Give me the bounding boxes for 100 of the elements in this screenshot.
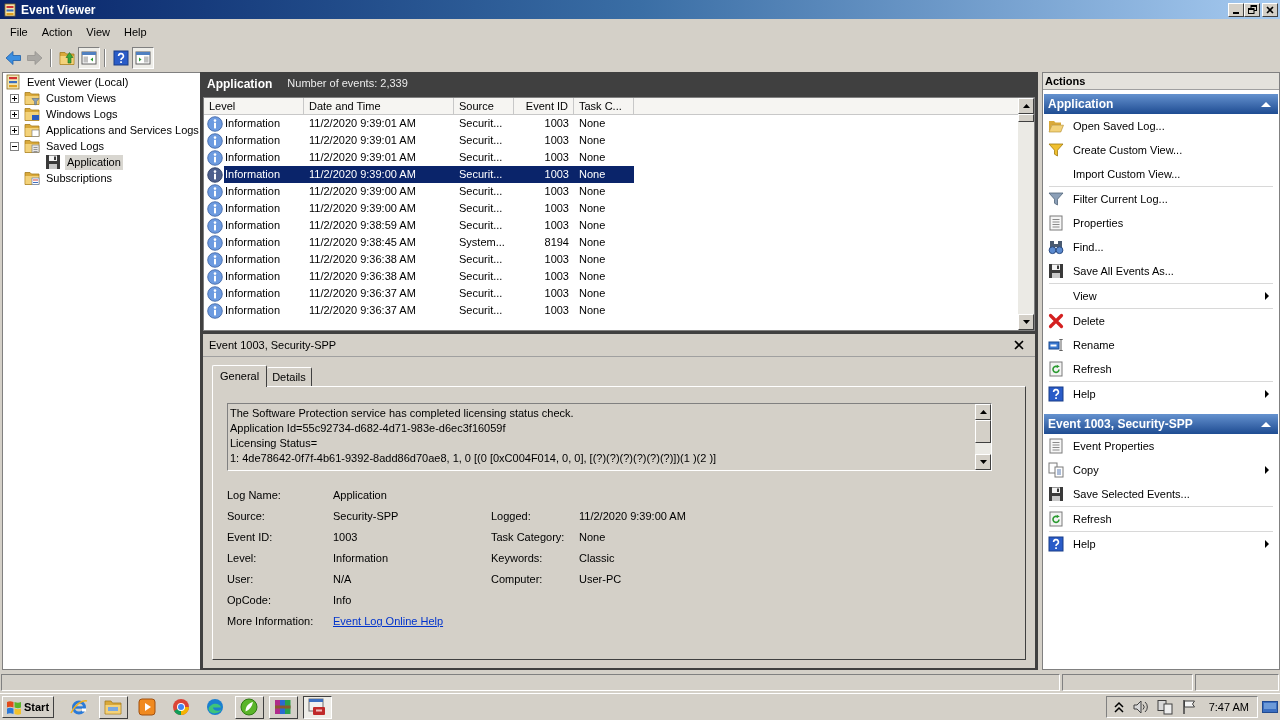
taskbar-button[interactable]	[302, 695, 332, 719]
tree-item[interactable]: Windows Logs	[44, 106, 120, 122]
close-button[interactable]	[1014, 340, 1024, 350]
field-label: OpCode:	[227, 593, 273, 609]
tree-item[interactable]: Subscriptions	[44, 170, 115, 186]
caret-up-icon[interactable]	[1261, 101, 1271, 107]
caret-up-icon[interactable]	[1261, 421, 1271, 427]
field-label: Logged:	[491, 509, 532, 525]
command-link[interactable]: Help	[1043, 532, 1279, 556]
command-link[interactable]: Properties	[1043, 211, 1279, 235]
table-cell-text: 11/2/2020 9:39:01 AM	[308, 116, 417, 132]
folder-icon	[24, 170, 40, 186]
command-link[interactable]: Delete	[1043, 309, 1279, 333]
column-header[interactable]: Level	[204, 98, 304, 114]
folder-icon	[104, 698, 122, 716]
table-cell-text: 11/2/2020 9:39:01 AM	[308, 133, 417, 149]
table-cell-text: None	[578, 184, 607, 200]
command-link[interactable]: Filter Current Log...	[1043, 187, 1279, 211]
table-cell-text: Securit...	[458, 201, 504, 217]
table-cell-text: Information	[224, 269, 282, 285]
scroll-down-button[interactable]	[975, 454, 991, 470]
command-link[interactable]: Open Saved Log...	[1043, 114, 1279, 138]
tree-item[interactable]: Application	[65, 154, 123, 170]
command-link[interactable]: Import Custom View...	[1043, 162, 1279, 186]
plus-icon[interactable]	[10, 125, 19, 135]
network-icon[interactable]	[1156, 699, 1173, 715]
play-icon	[138, 698, 156, 716]
command-link[interactable]: Copy	[1043, 458, 1279, 482]
arrow-up-icon	[1022, 104, 1030, 108]
section-header[interactable]: Application	[1044, 94, 1278, 114]
tree-item[interactable]: Saved Logs	[44, 138, 107, 154]
scroll-down-button[interactable]	[1018, 314, 1034, 330]
document-icon	[1048, 215, 1064, 231]
scroll-up-button[interactable]	[975, 404, 991, 420]
table-cell-text: None	[578, 218, 607, 234]
command-link[interactable]: Find...	[1043, 235, 1279, 259]
plus-icon[interactable]	[10, 109, 19, 119]
field-value: User-PC	[579, 572, 623, 588]
funnel-icon	[1048, 191, 1064, 207]
section-header[interactable]: Event 1003, Security-SPP	[1044, 414, 1278, 434]
column-header[interactable]: Event ID	[514, 98, 574, 114]
tab[interactable]: General	[212, 365, 268, 387]
cross-icon	[1048, 313, 1064, 329]
chevron-up-icon[interactable]	[1112, 701, 1125, 713]
table-cell-text: Information	[224, 252, 282, 268]
command-link[interactable]: View	[1043, 284, 1279, 308]
column-header[interactable]: Date and Time	[304, 98, 454, 114]
field-label: Keywords:	[491, 551, 544, 567]
column-header[interactable]: Task C...	[574, 98, 634, 114]
tree-item[interactable]: Event Viewer (Local)	[25, 74, 131, 90]
info-icon	[207, 268, 223, 285]
table-cell: 11/2/2020 9:39:00 AM	[304, 166, 454, 183]
menu-item[interactable]: View	[79, 23, 117, 41]
browser-icon	[206, 698, 224, 716]
table-cell-text: Securit...	[458, 184, 504, 200]
command-link[interactable]: Save Selected Events...	[1043, 482, 1279, 506]
scroll-thumb[interactable]	[1018, 114, 1034, 122]
scroll-thumb[interactable]	[975, 420, 991, 443]
column-header[interactable]: Source	[454, 98, 514, 114]
command-link[interactable]: Event Properties	[1043, 434, 1279, 458]
command-link[interactable]: Help	[1043, 382, 1279, 406]
scrollbar[interactable]	[975, 404, 991, 470]
minimize-icon	[1233, 11, 1239, 14]
field-label: Task Category:	[491, 530, 566, 546]
scrollbar[interactable]	[1018, 98, 1034, 330]
show-desktop-button[interactable]	[1262, 700, 1278, 714]
field-value: 1003	[333, 530, 359, 546]
folder-icon	[24, 90, 40, 106]
tree-item[interactable]: Custom Views	[44, 90, 119, 106]
info-icon	[207, 200, 223, 217]
minimize-button[interactable]	[1228, 2, 1244, 17]
table-cell-text: Information	[224, 286, 282, 302]
binoculars-icon	[1048, 239, 1064, 255]
table-cell-text: 1003	[543, 303, 570, 319]
flag-icon[interactable]	[1180, 699, 1197, 715]
menu-item[interactable]: File	[3, 23, 35, 41]
command-link[interactable]: Refresh	[1043, 357, 1279, 381]
start-button[interactable]: Start	[2, 696, 54, 718]
info-icon	[207, 115, 223, 132]
menu-item[interactable]: Help	[116, 23, 154, 41]
table-cell-text: System...	[458, 235, 506, 251]
command-link[interactable]: Rename	[1043, 333, 1279, 357]
menu-item[interactable]: Action	[34, 23, 80, 41]
info-icon	[207, 285, 223, 302]
clock[interactable]: 7:47 AM	[1208, 698, 1249, 716]
tree-item[interactable]: Applications and Services Logs	[44, 122, 201, 138]
plus-icon[interactable]	[10, 93, 19, 103]
actions-header: Actions	[1043, 73, 1279, 90]
speaker-icon[interactable]	[1132, 699, 1149, 715]
restore-button[interactable]	[1244, 2, 1260, 17]
table-cell-text: Information	[224, 116, 282, 132]
scroll-up-button[interactable]	[1018, 98, 1034, 114]
command-link[interactable]: Refresh	[1043, 507, 1279, 531]
command-link[interactable]: Create Custom View...	[1043, 138, 1279, 162]
folder-icon	[24, 138, 40, 154]
table-cell-text: None	[578, 150, 607, 166]
help-link[interactable]: Event Log Online Help	[333, 613, 444, 630]
command-link[interactable]: Save All Events As...	[1043, 259, 1279, 283]
tab[interactable]: Details	[267, 367, 312, 386]
minus-icon[interactable]	[10, 141, 19, 151]
